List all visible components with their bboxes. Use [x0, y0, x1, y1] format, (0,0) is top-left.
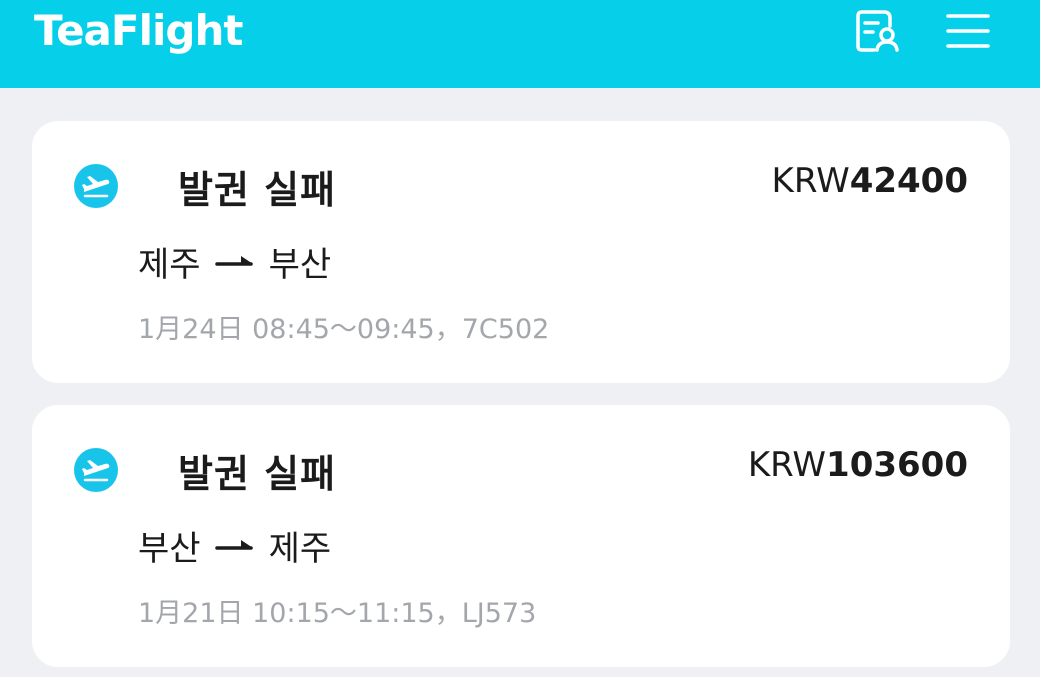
route-origin: 제주	[138, 245, 201, 285]
booking-price: KRW42400	[772, 161, 968, 201]
route-destination: 부산	[268, 245, 332, 285]
booking-price: KRW103600	[748, 445, 968, 485]
booking-route: 제주 부산	[138, 237, 331, 286]
booking-card[interactable]: 발권 실패 KRW103600 부산 제주 1月21日 10:15～11:15，…	[32, 405, 1010, 667]
flight-details: 1月21日 10:15～11:15，LJ573	[138, 598, 537, 629]
airplane-icon	[74, 448, 118, 492]
price-amount: 103600	[826, 445, 968, 485]
booking-route: 부산 제주	[138, 521, 331, 570]
route-arrow-icon	[214, 252, 255, 272]
price-amount: 42400	[849, 161, 968, 201]
booking-card[interactable]: 발권 실패 KRW42400 제주 부산 1月24日 08:45～09:45，7…	[32, 121, 1010, 383]
price-currency: KRW	[771, 161, 850, 201]
top-bar: TeaFlight	[0, 0, 1040, 88]
passenger-list-icon[interactable]	[854, 8, 902, 54]
price-currency: KRW	[747, 445, 827, 485]
hamburger-menu-icon[interactable]	[944, 8, 992, 54]
booking-status: 발권 실패	[178, 168, 337, 212]
booking-status: 발권 실패	[178, 452, 337, 496]
flight-details: 1月24日 08:45～09:45，7C502	[138, 314, 550, 345]
route-origin: 부산	[138, 529, 201, 569]
route-destination: 제주	[268, 529, 332, 569]
airplane-icon	[74, 164, 118, 208]
route-arrow-icon	[214, 536, 255, 556]
brand-logo: TeaFlight	[34, 6, 243, 55]
